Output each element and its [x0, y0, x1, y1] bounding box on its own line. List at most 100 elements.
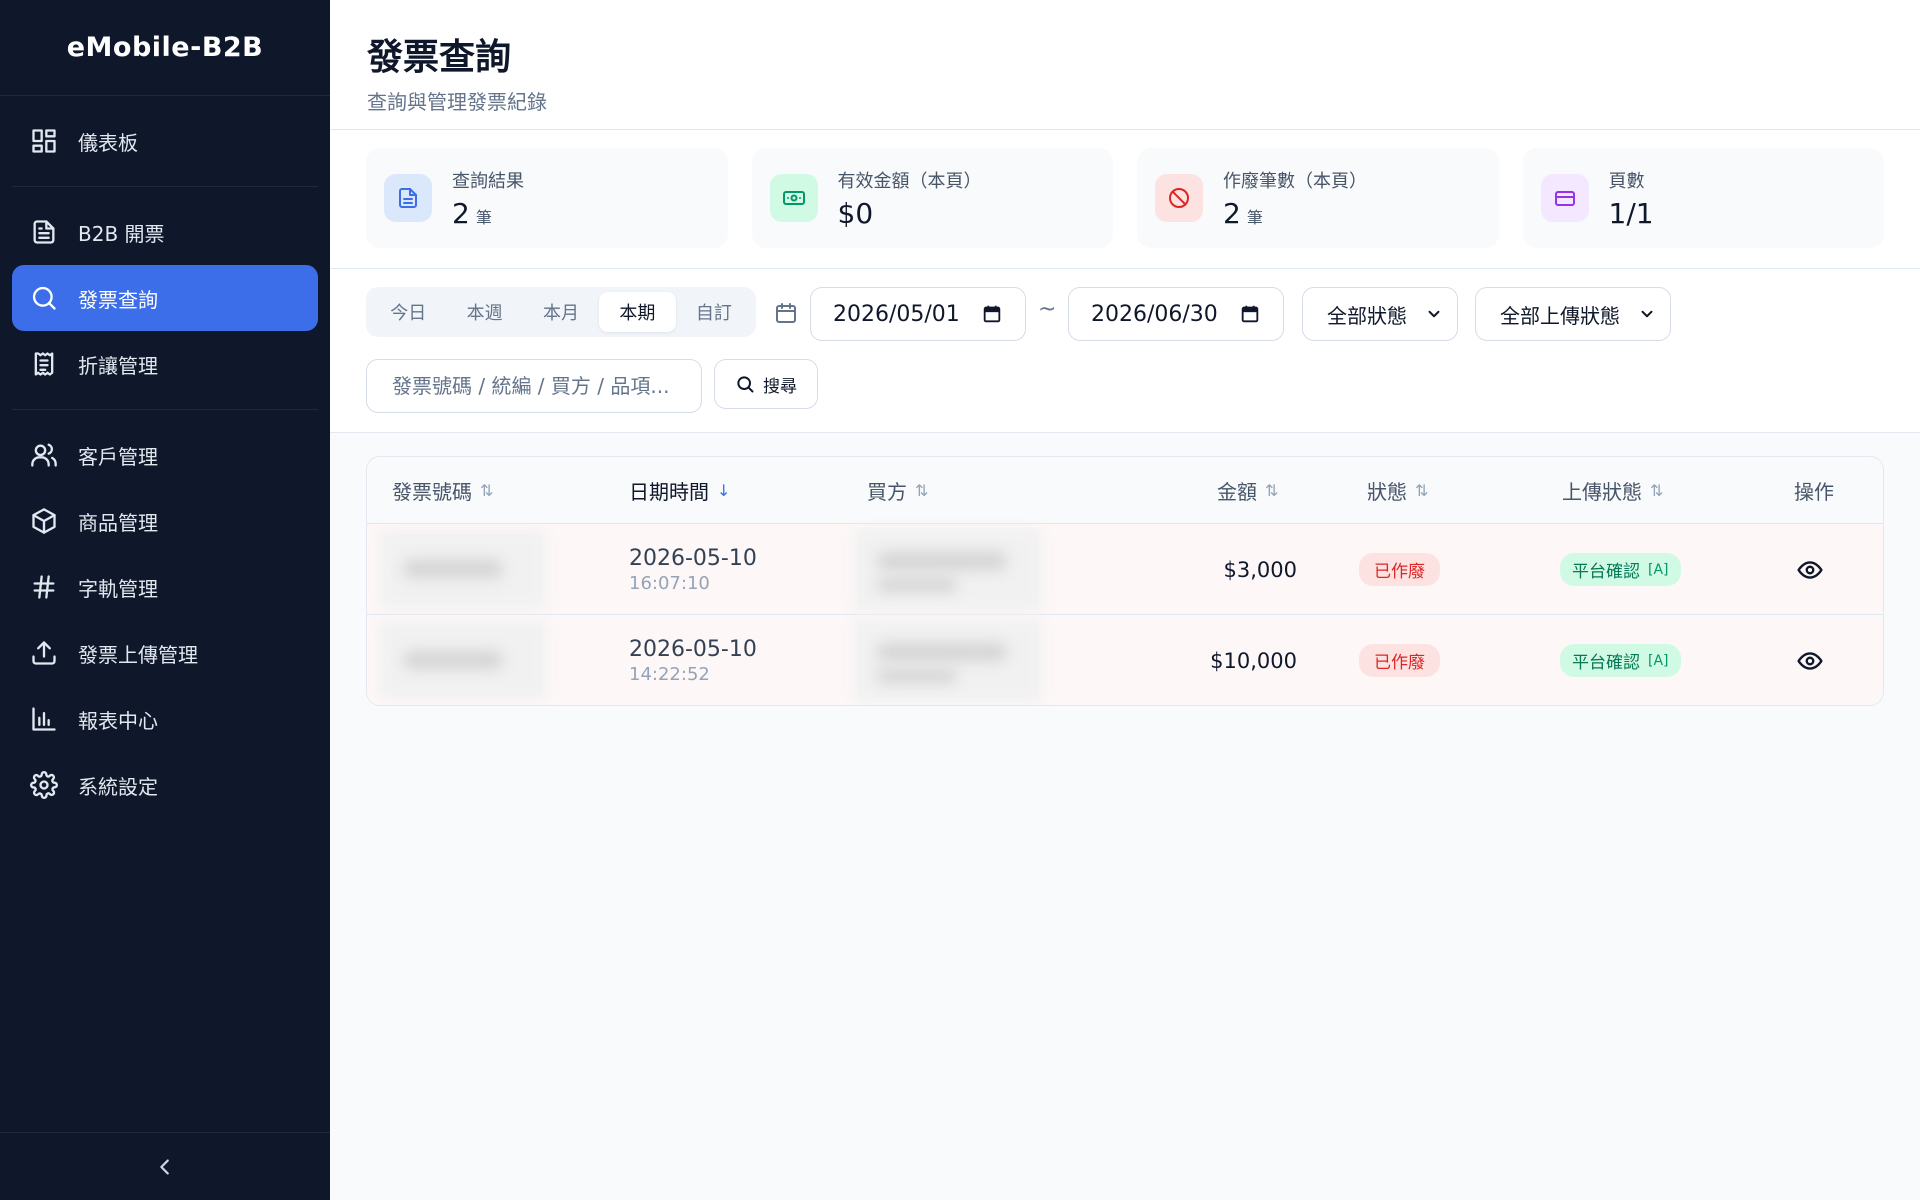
sidebar-item-tracks[interactable]: 字軌管理 — [12, 554, 318, 620]
cell-time: 14:22:52 — [629, 663, 710, 685]
col-actions: 操作 — [1794, 457, 1834, 524]
upload-status-badge: 平台確認 [A] — [1560, 553, 1681, 586]
view-button[interactable] — [1797, 524, 1823, 615]
document-icon — [33, 220, 55, 244]
stat-icon-wrap — [1155, 174, 1203, 222]
main-content: 發票查詢 查詢與管理發票紀錄 查詢結果 2筆 有效金額（本頁） $0 作廢筆數（… — [330, 0, 1920, 1200]
sidebar-item-invoice-query[interactable]: 發票查詢 — [12, 265, 318, 331]
cell-upload-status: 平台確認 [A] — [1560, 615, 1681, 705]
table-header: 發票號碼 ⇅ 日期時間 ↓ 買方 ⇅ 金額 ⇅ 狀態 ⇅ 上傳狀態 ⇅ 操作 — [367, 457, 1883, 524]
redacted-text — [877, 669, 957, 683]
sort-icon: ⇅ — [1415, 481, 1429, 500]
sort-icon: ⇅ — [1650, 481, 1664, 500]
cell-buyer-redacted — [853, 615, 1043, 705]
calendar-picker-icon[interactable] — [1239, 303, 1261, 325]
stat-icon-wrap — [1540, 174, 1589, 222]
upload-status-label: 平台確認 — [1572, 653, 1640, 673]
col-amount[interactable]: 金額 ⇅ — [1217, 457, 1278, 524]
cell-amount-value: $10,000 — [1210, 648, 1297, 673]
stat-number: 1/1 — [1608, 196, 1654, 230]
sidebar-item-settings[interactable]: 系統設定 — [12, 752, 318, 818]
sidebar-item-label: 商品管理 — [78, 510, 158, 535]
redacted-text — [877, 643, 1007, 661]
date-to-input[interactable]: 2026/06/30 — [1068, 287, 1284, 341]
col-upload-status[interactable]: 上傳狀態 ⇅ — [1562, 457, 1663, 524]
filter-bar: 今日 本週 本月 本期 自訂 2026/05/01 ~ 2026/06/30 全… — [330, 269, 1920, 433]
sidebar-item-dashboard[interactable]: 儀表板 — [12, 108, 318, 174]
col-status[interactable]: 狀態 ⇅ — [1367, 457, 1428, 524]
sidebar-nav: 儀表板 B2B 開票 發票查詢 折讓管理 客戶管理 商品管理 字軌管理 發票上傳… — [0, 96, 330, 818]
chevron-down-icon — [1428, 310, 1440, 318]
stat-number: 2 — [1223, 196, 1241, 230]
redacted-text — [403, 560, 503, 578]
stat-value: $0 — [838, 197, 982, 230]
sidebar-item-b2b-invoice[interactable]: B2B 開票 — [12, 199, 318, 265]
date-from-value: 2026/05/01 — [833, 301, 960, 327]
upload-status-tag: [A] — [1648, 561, 1669, 578]
stat-label: 查詢結果 — [452, 170, 524, 192]
upload-status-label: 平台確認 — [1572, 562, 1640, 582]
receipt-icon — [34, 352, 54, 376]
sidebar-item-label: 報表中心 — [78, 708, 158, 733]
sidebar-item-reports[interactable]: 報表中心 — [12, 686, 318, 752]
stat-card-valid-amount: 有效金額（本頁） $0 — [751, 148, 1113, 248]
cell-date: 2026-05-10 — [629, 545, 757, 571]
date-from-input[interactable]: 2026/05/01 — [810, 287, 1026, 341]
status-badge-void: 已作廢 — [1359, 644, 1440, 677]
cell-upload-status: 平台確認 [A] — [1560, 524, 1681, 615]
sidebar-item-upload[interactable]: 發票上傳管理 — [12, 620, 318, 686]
sidebar-item-customers[interactable]: 客戶管理 — [12, 422, 318, 488]
brand-logo: eMobile-B2B — [0, 0, 330, 96]
col-label: 狀態 — [1367, 480, 1407, 504]
stat-value: 1/1 — [1609, 197, 1654, 230]
search-button-label: 搜尋 — [763, 376, 797, 397]
table-row[interactable]: 2026-05-10 14:22:52 $10,000 已作廢 平台確認 [A] — [367, 615, 1883, 705]
credit-card-icon — [1554, 191, 1575, 206]
calendar-picker-icon[interactable] — [981, 303, 1003, 325]
date-to-value: 2026/06/30 — [1091, 301, 1218, 327]
status-badge-void: 已作廢 — [1359, 553, 1440, 586]
cell-invoice-number-redacted — [379, 615, 547, 705]
col-datetime[interactable]: 日期時間 ↓ — [629, 457, 730, 524]
search-input[interactable] — [366, 359, 702, 413]
sort-icon: ⇅ — [480, 481, 494, 500]
range-custom[interactable]: 自訂 — [676, 292, 752, 332]
chevron-down-icon — [1641, 310, 1653, 318]
sidebar-item-label: 客戶管理 — [78, 444, 158, 469]
eye-icon — [1797, 560, 1823, 579]
stat-label: 有效金額（本頁） — [837, 170, 982, 192]
search-button[interactable]: 搜尋 — [714, 359, 818, 409]
sidebar-item-label: 折讓管理 — [78, 353, 158, 378]
stat-value: 2筆 — [1223, 197, 1367, 230]
cell-amount: $3,000 — [1127, 524, 1297, 615]
dashboard-grid-icon — [32, 129, 56, 153]
stat-card-pages: 頁數 1/1 — [1522, 148, 1884, 248]
sidebar-item-products[interactable]: 商品管理 — [12, 488, 318, 554]
upload-select-value: 全部上傳狀態 — [1500, 303, 1620, 328]
invoice-table: 發票號碼 ⇅ 日期時間 ↓ 買方 ⇅ 金額 ⇅ 狀態 ⇅ 上傳狀態 ⇅ 操作 2026-05… — [366, 456, 1884, 706]
cell-datetime: 2026-05-10 14:22:52 — [629, 615, 757, 705]
users-icon — [31, 443, 57, 467]
sidebar-collapse-button[interactable] — [0, 1132, 330, 1200]
stat-icon-wrap — [384, 174, 432, 222]
col-buyer[interactable]: 買方 ⇅ — [867, 457, 928, 524]
upload-status-tag: [A] — [1648, 652, 1669, 669]
cell-status: 已作廢 — [1359, 615, 1440, 705]
redacted-text — [877, 578, 957, 592]
sidebar-item-label: 字軌管理 — [78, 576, 158, 601]
upload-icon — [32, 641, 56, 665]
range-this-month[interactable]: 本月 — [523, 292, 599, 332]
range-this-week[interactable]: 本週 — [446, 292, 522, 332]
col-label: 發票號碼 — [392, 480, 472, 504]
status-select[interactable]: 全部狀態 — [1302, 287, 1458, 341]
sidebar-item-allowance[interactable]: 折讓管理 — [12, 331, 318, 397]
range-today[interactable]: 今日 — [370, 292, 446, 332]
page-header: 發票查詢 查詢與管理發票紀錄 — [330, 0, 1920, 130]
page-subtitle: 查詢與管理發票紀錄 — [367, 90, 547, 114]
upload-status-select[interactable]: 全部上傳狀態 — [1475, 287, 1671, 341]
range-this-period[interactable]: 本期 — [599, 292, 676, 332]
table-row[interactable]: 2026-05-10 16:07:10 $3,000 已作廢 平台確認 [A] — [367, 524, 1883, 615]
sidebar-item-label: 系統設定 — [78, 774, 158, 799]
view-button[interactable] — [1797, 615, 1823, 705]
col-invoice-number[interactable]: 發票號碼 ⇅ — [392, 457, 493, 524]
